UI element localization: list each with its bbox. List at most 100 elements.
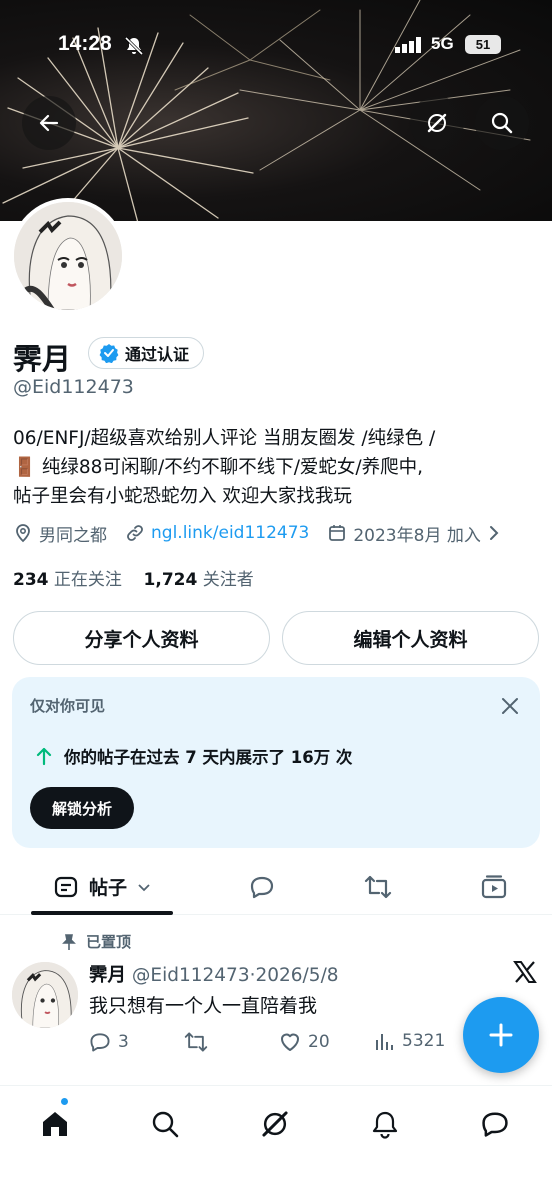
- posts-icon: [54, 876, 78, 897]
- repost-icon: [184, 1032, 208, 1052]
- calendar-icon: [329, 525, 346, 541]
- plus-icon: [489, 1023, 513, 1047]
- following-stat[interactable]: 234 正在关注: [13, 570, 122, 590]
- status-bar: 14:28 5G 51: [0, 28, 552, 64]
- profile-tabs: 帖子: [0, 858, 552, 915]
- profile-banner[interactable]: 14:28 5G 51: [0, 0, 552, 221]
- avatar-illustration: [12, 962, 78, 1028]
- views-chart-icon: [376, 1034, 393, 1050]
- tab-media[interactable]: [472, 858, 516, 915]
- x-logo-icon: [513, 961, 537, 983]
- chevron-right-icon: [489, 526, 499, 540]
- messages-icon: [482, 1112, 508, 1137]
- card-title: 仅对你可见: [30, 697, 106, 715]
- followers-label: 关注者: [202, 570, 254, 590]
- reply-button[interactable]: 3: [88, 1030, 129, 1054]
- tab-active-indicator: [31, 911, 173, 915]
- search-icon: [152, 1111, 179, 1138]
- chevron-down-icon: [138, 883, 150, 891]
- arrow-up-icon: [36, 747, 52, 766]
- network-type: 5G: [431, 34, 454, 53]
- post-text: 我只想有一个人一直陪着我: [89, 995, 318, 1017]
- following-label: 正在关注: [53, 570, 122, 590]
- post-source-logo: [513, 960, 537, 988]
- impressions-text: 你的帖子在过去 7 天内展示了 16万 次: [64, 748, 353, 767]
- home-notification-dot: [60, 1097, 69, 1106]
- impressions-stat: 你的帖子在过去 7 天内展示了 16万 次: [34, 744, 352, 768]
- views-button[interactable]: 5321: [374, 1030, 445, 1052]
- repost-button[interactable]: [183, 1030, 215, 1054]
- search-button[interactable]: [475, 96, 529, 150]
- verified-badge-button[interactable]: 通过认证: [88, 337, 205, 369]
- bio-line: 帖子里会有小蛇恐蛇勿入 欢迎大家找我玩: [13, 486, 352, 507]
- profile-name: 霁月: [13, 342, 72, 376]
- pin-icon: [62, 933, 76, 950]
- tab-reposts[interactable]: [356, 858, 400, 915]
- followers-stat[interactable]: 1,724 关注者: [144, 570, 254, 590]
- profile-link[interactable]: ngl.link/eid112473: [125, 523, 309, 543]
- back-button[interactable]: [22, 96, 76, 150]
- tab-posts[interactable]: 帖子: [31, 858, 173, 915]
- reply-count: 3: [118, 1032, 129, 1052]
- like-count: 20: [308, 1032, 330, 1052]
- view-count: 5321: [402, 1031, 446, 1051]
- bio-line: 06/ENFJ/超级喜欢给别人评论 当朋友圈发 /纯绿色 /: [13, 428, 436, 449]
- nav-search[interactable]: [145, 1104, 185, 1144]
- nav-messages[interactable]: [475, 1104, 515, 1144]
- like-button[interactable]: 20: [278, 1030, 330, 1054]
- profile-handle: @Eid112473: [13, 376, 134, 398]
- nav-home[interactable]: [35, 1104, 75, 1144]
- avatar-illustration: [14, 202, 122, 310]
- replies-icon: [250, 876, 274, 898]
- link-icon: [127, 525, 143, 541]
- location: 男同之都: [13, 521, 107, 546]
- battery-indicator: 51: [465, 35, 501, 54]
- pinned-indicator: 已置顶: [60, 931, 131, 952]
- verified-icon: [99, 344, 119, 363]
- signal-icon: [395, 37, 425, 57]
- reposts-icon: [364, 875, 392, 898]
- bottom-nav: [0, 1085, 552, 1200]
- location-text: 男同之都: [39, 525, 107, 546]
- media-icon: [481, 874, 507, 898]
- post-author[interactable]: 霁月: [89, 965, 126, 986]
- heart-icon: [281, 1033, 299, 1051]
- pinned-label: 已置顶: [86, 933, 132, 951]
- close-icon: [502, 698, 518, 714]
- join-date-text: 2023年8月 加入: [353, 525, 481, 546]
- following-count: 234: [13, 570, 49, 590]
- analytics-card: 仅对你可见 你的帖子在过去 7 天内展示了 16万 次 解锁分析: [12, 677, 540, 848]
- unlock-analytics-button[interactable]: 解锁分析: [30, 787, 135, 829]
- post-actions: 3 20 5321: [88, 1030, 448, 1056]
- tab-replies[interactable]: [240, 858, 284, 915]
- tab-posts-label: 帖子: [88, 877, 127, 899]
- post-header: 霁月 @Eid112473·2026/5/8: [89, 961, 339, 987]
- post-avatar[interactable]: [12, 962, 78, 1028]
- verified-label: 通过认证: [125, 345, 190, 364]
- bio-line: 🚪 纯绿88可闲聊/不约不聊不线下/爱蛇女/养爬中,: [13, 457, 424, 478]
- reply-icon: [90, 1033, 110, 1052]
- home-icon: [43, 1112, 67, 1136]
- post-meta: @Eid112473·2026/5/8: [131, 965, 339, 986]
- share-profile-button[interactable]: 分享个人资料: [13, 611, 270, 665]
- arrow-left-icon: [39, 114, 59, 132]
- nav-notifications[interactable]: [365, 1104, 405, 1144]
- edit-profile-button[interactable]: 编辑个人资料: [282, 611, 539, 665]
- grok-icon: [427, 113, 447, 133]
- close-button[interactable]: [500, 696, 520, 720]
- mute-icon: [124, 36, 144, 60]
- link-text[interactable]: ngl.link/eid112473: [151, 523, 309, 543]
- nav-grok[interactable]: [255, 1104, 295, 1144]
- profile-bio: 06/ENFJ/超级喜欢给别人评论 当朋友圈发 /纯绿色 / 🚪 纯绿88可闲聊…: [13, 424, 543, 511]
- search-icon: [491, 112, 513, 134]
- profile-avatar[interactable]: [10, 198, 126, 314]
- grok-button[interactable]: [410, 96, 464, 150]
- status-time: 14:28: [58, 32, 112, 55]
- join-date[interactable]: 2023年8月 加入: [327, 521, 500, 546]
- compose-button[interactable]: [463, 997, 539, 1073]
- follow-stats: 234 正在关注 1,724 关注者: [13, 565, 254, 590]
- followers-count: 1,724: [143, 570, 198, 590]
- grok-icon: [262, 1111, 288, 1137]
- location-pin-icon: [16, 524, 30, 543]
- profile-meta: 男同之都 ngl.link/eid112473 2023年8月 加入: [13, 520, 519, 546]
